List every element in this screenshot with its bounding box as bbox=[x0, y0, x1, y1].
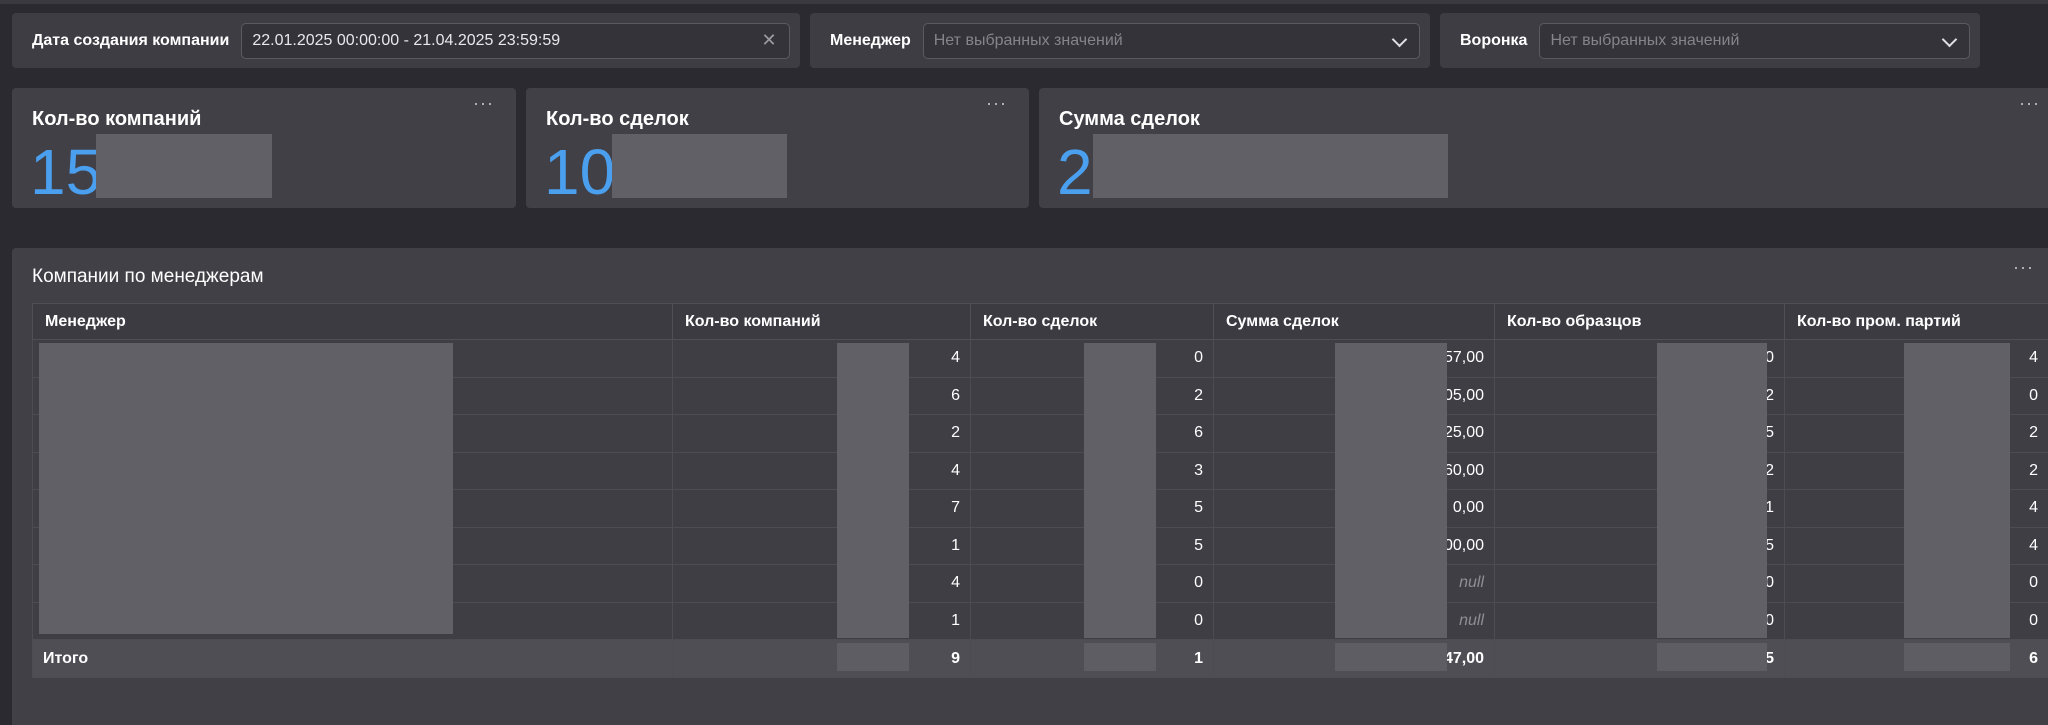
date-range-input[interactable]: 22.01.2025 00:00:00 - 21.04.2025 23:59:5… bbox=[241, 22, 790, 59]
redaction-mask bbox=[1657, 343, 1767, 638]
filter-date: Дата создания компании 22.01.2025 00:00:… bbox=[12, 13, 800, 68]
filter-date-label: Дата создания компании bbox=[32, 31, 230, 49]
kpi-deals-value: 10 bbox=[544, 136, 616, 208]
date-range-value: 22.01.2025 00:00:00 - 21.04.2025 23:59:5… bbox=[252, 31, 561, 49]
clear-icon[interactable]: ✕ bbox=[759, 30, 779, 51]
cell-total-companies: 9 bbox=[672, 639, 971, 678]
kpi-deals-sum-title: Сумма сделок bbox=[1059, 108, 1200, 130]
chevron-down-icon[interactable] bbox=[1939, 31, 1959, 51]
funnel-select[interactable]: Нет выбранных значений bbox=[1539, 22, 1970, 59]
redaction-mask bbox=[96, 134, 272, 198]
redaction-mask bbox=[1084, 343, 1156, 638]
table-title: Компании по менеджерам bbox=[32, 266, 264, 287]
more-menu-icon[interactable]: ··· bbox=[473, 94, 494, 112]
filter-funnel-label: Воронка bbox=[1460, 31, 1528, 49]
kpi-companies: ··· Кол-во компаний 15 bbox=[12, 88, 516, 208]
cell-companies: 1 bbox=[672, 526, 971, 565]
redaction-mask bbox=[1093, 134, 1448, 198]
column-header-companies[interactable]: Кол-во компаний bbox=[672, 303, 971, 340]
table-header-row: Менеджер Кол-во компаний Кол-во сделок С… bbox=[32, 303, 2048, 340]
column-header-batches[interactable]: Кол-во пром. партий bbox=[1784, 303, 2048, 340]
cell-companies: 4 bbox=[672, 451, 971, 490]
funnel-select-placeholder: Нет выбранных значений bbox=[1550, 31, 1740, 49]
column-header-samples[interactable]: Кол-во образцов bbox=[1494, 303, 1785, 340]
cell-companies: 4 bbox=[672, 339, 971, 378]
kpi-deals-title: Кол-во сделок bbox=[546, 108, 689, 130]
kpi-companies-title: Кол-во компаний bbox=[32, 108, 202, 130]
redaction-mask bbox=[837, 343, 909, 638]
redaction-mask bbox=[1904, 343, 2010, 638]
column-header-deals-sum[interactable]: Сумма сделок bbox=[1213, 303, 1495, 340]
managers-table-widget: ··· Компании по менеджерам Менеджер Кол-… bbox=[12, 248, 2048, 725]
redaction-mask bbox=[1335, 343, 1447, 638]
kpi-deals: ··· Кол-во сделок 10 bbox=[526, 88, 1029, 208]
more-menu-icon[interactable]: ··· bbox=[2019, 94, 2040, 112]
manager-select[interactable]: Нет выбранных значений bbox=[922, 22, 1420, 59]
redaction-mask bbox=[39, 343, 453, 634]
chevron-down-icon[interactable] bbox=[1389, 31, 1409, 51]
redaction-mask bbox=[1657, 643, 1767, 671]
cell-companies: 1 bbox=[672, 601, 971, 640]
kpi-deals-sum: ··· Сумма сделок 2 bbox=[1039, 88, 2048, 208]
filter-funnel: Воронка Нет выбранных значений bbox=[1440, 13, 1980, 68]
manager-select-placeholder: Нет выбранных значений bbox=[933, 31, 1123, 49]
kpi-companies-value: 15 bbox=[30, 136, 102, 208]
column-header-manager[interactable]: Менеджер bbox=[32, 303, 673, 340]
filter-manager: Менеджер Нет выбранных значений bbox=[810, 13, 1430, 68]
more-menu-icon[interactable]: ··· bbox=[2013, 258, 2034, 276]
filter-manager-label: Менеджер bbox=[830, 31, 911, 49]
more-menu-icon[interactable]: ··· bbox=[986, 94, 1007, 112]
redaction-mask bbox=[1904, 643, 2010, 671]
column-header-deals[interactable]: Кол-во сделок bbox=[970, 303, 1214, 340]
redaction-mask bbox=[1335, 643, 1447, 671]
cell-companies: 6 bbox=[672, 376, 971, 415]
cell-companies: 4 bbox=[672, 564, 971, 603]
redaction-mask bbox=[837, 643, 909, 671]
cell-companies: 2 bbox=[672, 414, 971, 453]
cell-total-label: Итого bbox=[32, 639, 673, 678]
cell-companies: 7 bbox=[672, 489, 971, 528]
redaction-mask bbox=[612, 134, 787, 198]
top-strip bbox=[0, 0, 2048, 4]
kpi-deals-sum-value: 2 bbox=[1057, 136, 1093, 208]
redaction-mask bbox=[1084, 643, 1156, 671]
